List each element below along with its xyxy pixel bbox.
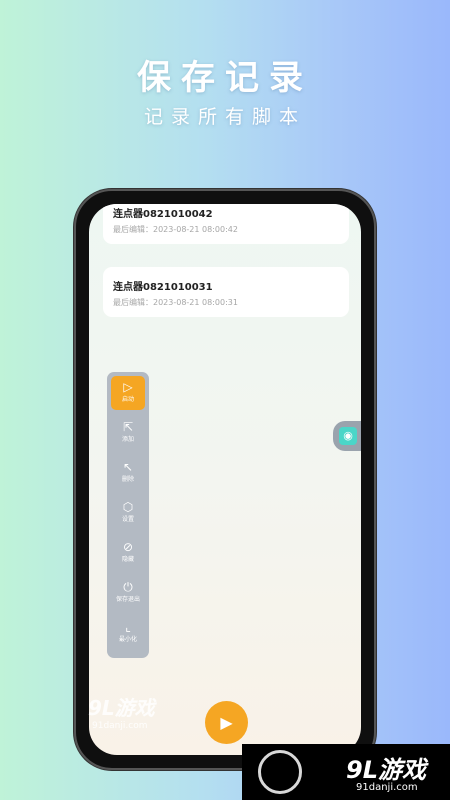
toolbar-label: 删除: [121, 476, 134, 483]
phone-frame: 连点器0821010042 最后编辑：2023-08-21 08:00:42 连…: [74, 189, 376, 770]
record-name: 连点器0821010031: [113, 282, 213, 293]
toolbar-label: 保存退出: [115, 596, 140, 603]
toolbar-add-button[interactable]: ⇱ 添加: [111, 416, 145, 450]
toolbar-label: 启动: [121, 396, 134, 403]
toolbar-start-button[interactable]: ▷ 启动: [111, 376, 145, 410]
power-icon: ⏻: [123, 580, 133, 594]
record-name: 连点器0821010042: [113, 209, 213, 220]
watermark-logo: 9L游戏: [88, 696, 155, 720]
watermark-url: 91danji.com: [92, 721, 148, 731]
add-pointer-icon: ⇱: [122, 420, 134, 434]
minimize-icon: ⌞: [125, 620, 131, 634]
play-icon: ▷: [123, 380, 133, 394]
app-icon: ◉: [339, 427, 357, 445]
record-edit-time: 最后编辑：2023-08-21 08:00:42: [113, 225, 238, 234]
toolbar-hide-button[interactable]: ⊘ 隐藏: [111, 536, 145, 570]
toolbar-minimize-button[interactable]: ⌞ 最小化: [111, 616, 145, 650]
toolbar-label: 添加: [121, 436, 134, 443]
watermark-left: 9L游戏 91danji.com: [88, 692, 155, 731]
page-subtitle: 记录所有脚本: [143, 106, 306, 128]
watermark-right: 9L游戏 91danji.com: [242, 744, 450, 800]
toolbar-save-exit-button[interactable]: ⏻ 保存退出: [111, 576, 145, 610]
toolbar-label: 设置: [121, 516, 134, 523]
floating-toolbar: ▷ 启动 ⇱ 添加 ↖ 删除 ⬡ 设置 ⊘ 隐藏 ⏻ 保存退出 ⌞ 最小化: [107, 372, 149, 658]
phone-screen: 连点器0821010042 最后编辑：2023-08-21 08:00:42 连…: [89, 204, 361, 755]
toolbar-label: 隐藏: [121, 556, 134, 563]
swipe-pointer-icon: ↖: [122, 460, 134, 474]
toolbar-settings-button[interactable]: ⬡ 设置: [111, 496, 145, 530]
watermark-circle-icon: [258, 750, 302, 794]
record-card[interactable]: 连点器0821010031 最后编辑：2023-08-21 08:00:31: [103, 267, 349, 317]
settings-icon: ⬡: [122, 500, 134, 514]
record-card[interactable]: 连点器0821010042 最后编辑：2023-08-21 08:00:42: [103, 204, 349, 244]
watermark-logo: 9L游戏: [346, 756, 426, 784]
play-icon: ▶: [220, 713, 233, 732]
watermark-url: 91danji.com: [356, 782, 418, 793]
toolbar-label: 最小化: [118, 636, 137, 643]
toolbar-delete-button[interactable]: ↖ 删除: [111, 456, 145, 490]
page-title: 保存记录: [137, 58, 313, 98]
play-button[interactable]: ▶: [205, 701, 248, 744]
side-pull-tab[interactable]: ◉: [333, 421, 361, 451]
hide-icon: ⊘: [122, 540, 134, 554]
record-edit-time: 最后编辑：2023-08-21 08:00:31: [113, 298, 238, 307]
